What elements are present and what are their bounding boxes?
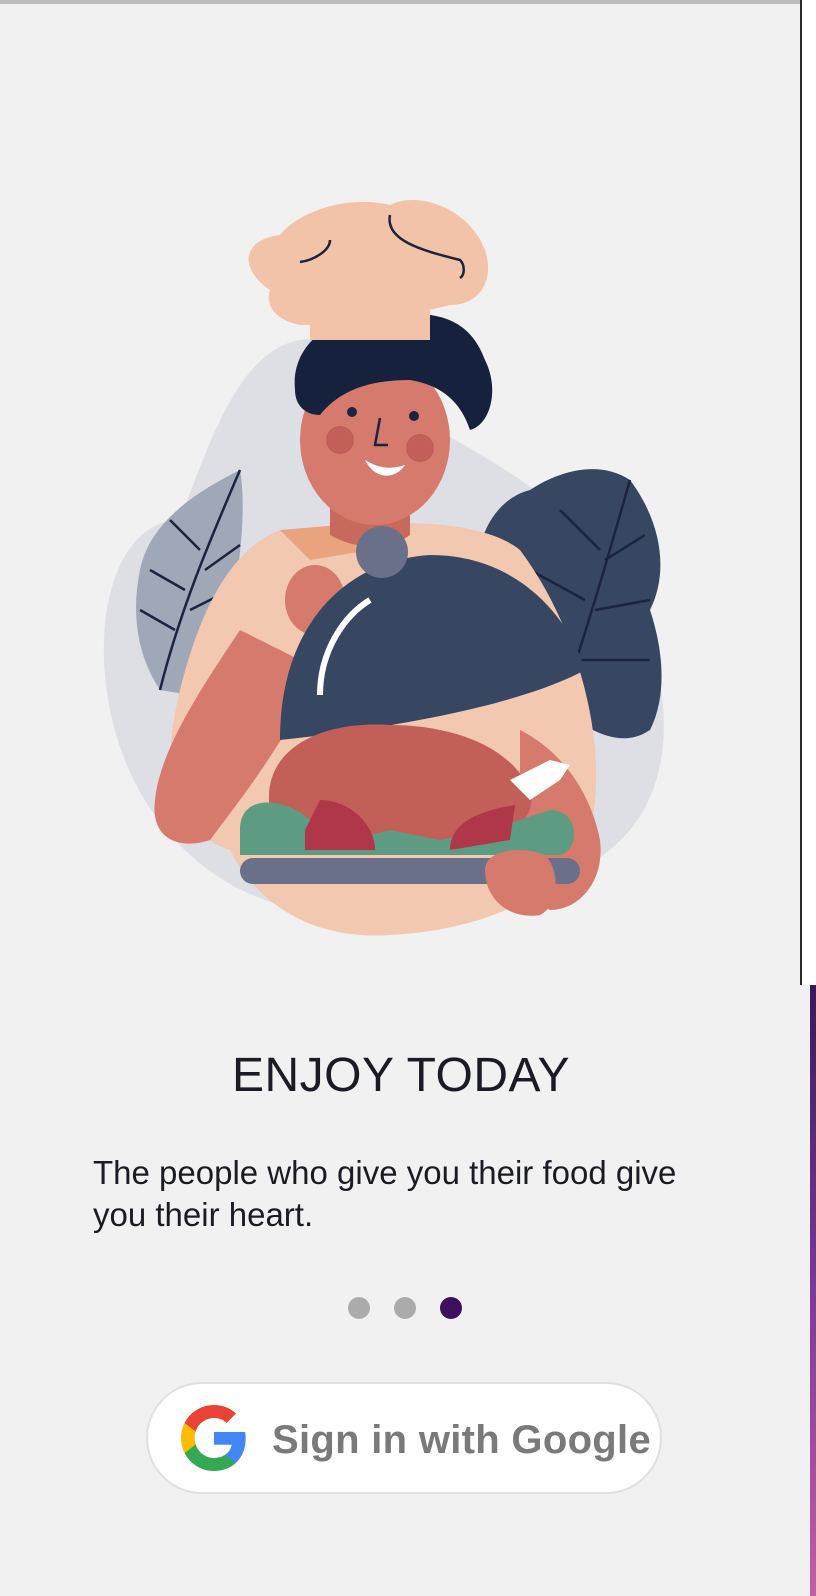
onboarding-subtitle: The people who give you their food give … — [93, 1154, 677, 1233]
chef-hat — [248, 200, 489, 325]
page-indicator — [348, 1297, 462, 1319]
chef-illustration — [103, 200, 664, 936]
top-border — [0, 0, 802, 4]
page-dot-1[interactable] — [348, 1297, 370, 1319]
right-margin — [802, 0, 816, 985]
google-signin-label: Sign in with Google — [272, 1418, 652, 1462]
page-dot-3-active[interactable] — [440, 1297, 462, 1319]
page-dot-2[interactable] — [394, 1297, 416, 1319]
google-g-icon — [181, 1405, 246, 1471]
right-edge-gradient — [810, 985, 816, 1596]
onboarding-title: ENJOY TODAY — [231, 1049, 571, 1102]
right-edge-line — [800, 0, 802, 985]
google-signin-button[interactable]: Sign in with Google — [146, 1382, 662, 1494]
